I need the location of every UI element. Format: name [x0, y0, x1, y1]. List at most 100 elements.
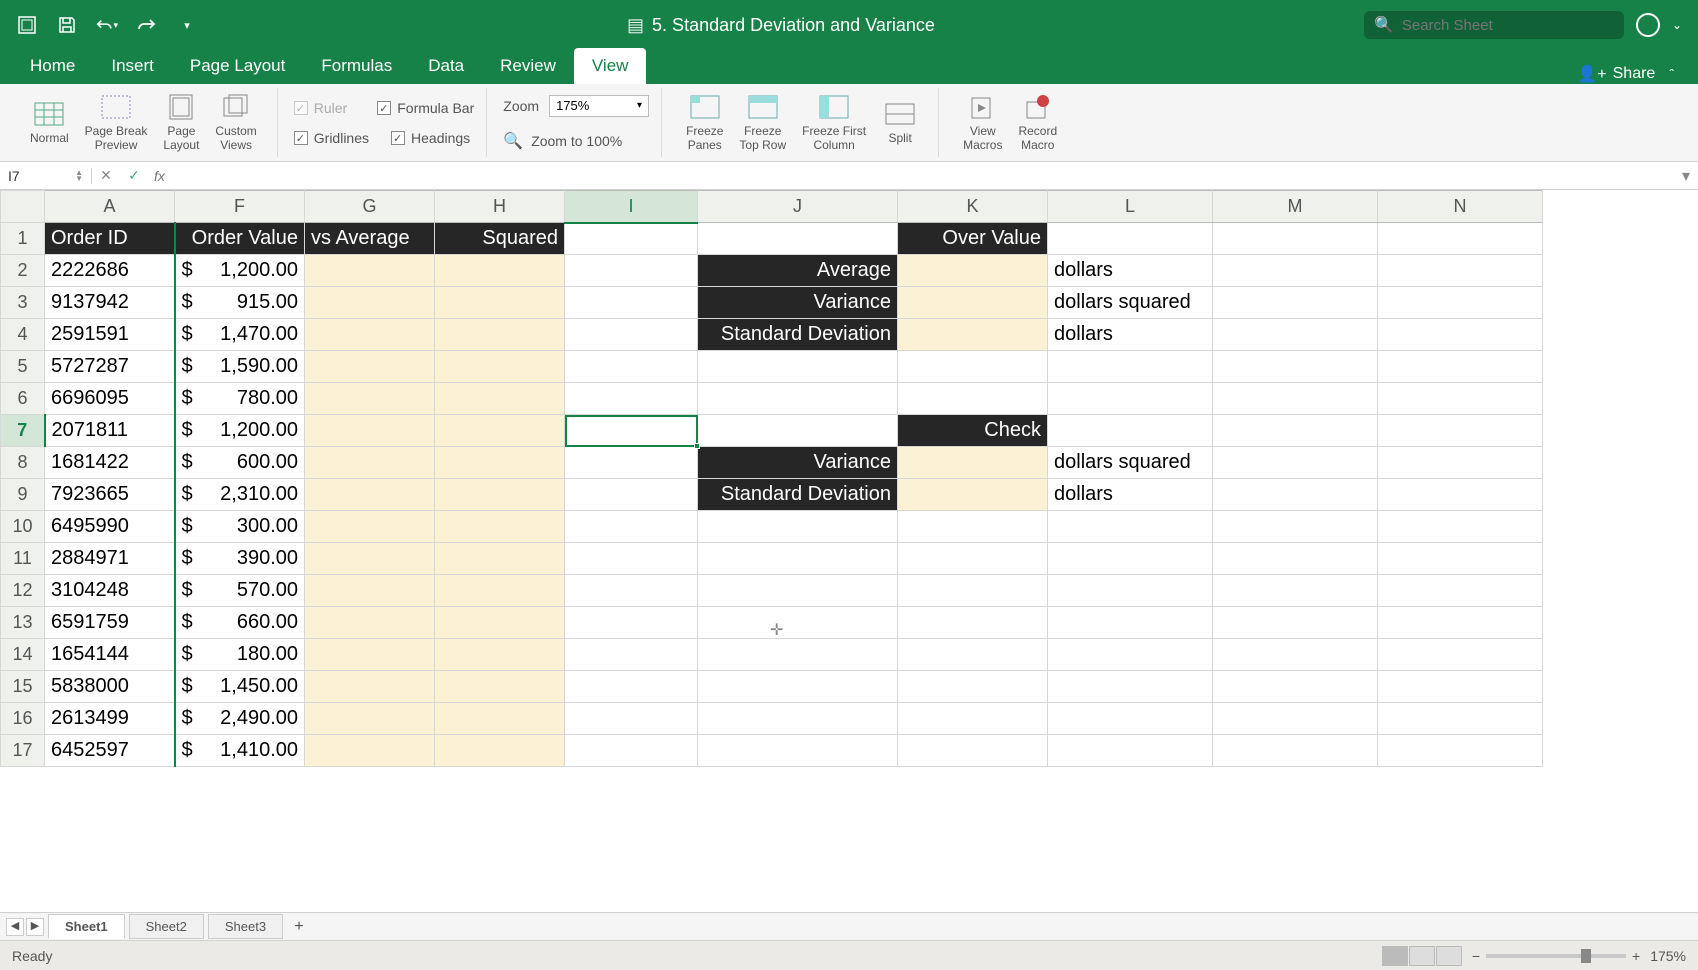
cell-J7[interactable] [698, 415, 898, 447]
cell-A14[interactable]: 1654144 [45, 639, 175, 671]
cell-I8[interactable] [565, 447, 698, 479]
zoom-100-button[interactable]: 🔍 Zoom to 100% [503, 131, 622, 151]
cell-A16[interactable]: 2613499 [45, 703, 175, 735]
col-header-J[interactable]: J [698, 191, 898, 223]
cell-G15[interactable] [305, 671, 435, 703]
cell-I2[interactable] [565, 255, 698, 287]
cell-G11[interactable] [305, 543, 435, 575]
cell-N14[interactable] [1378, 639, 1543, 671]
cell-F6[interactable]: $780.00 [175, 383, 305, 415]
freeze-top-row-button[interactable]: Freeze Top Row [731, 89, 794, 155]
cell-A8[interactable]: 1681422 [45, 447, 175, 479]
cell-J6[interactable] [698, 383, 898, 415]
fill-handle[interactable] [694, 443, 700, 449]
sheet-next-button[interactable]: ▶ [26, 918, 44, 936]
cell-N16[interactable] [1378, 703, 1543, 735]
cell-J15[interactable] [698, 671, 898, 703]
sheet-prev-button[interactable]: ◀ [6, 918, 24, 936]
cell-G5[interactable] [305, 351, 435, 383]
cell-F16[interactable]: $2,490.00 [175, 703, 305, 735]
record-macro-button[interactable]: Record Macro [1010, 89, 1065, 155]
cell-A5[interactable]: 5727287 [45, 351, 175, 383]
cell-F10[interactable]: $300.00 [175, 511, 305, 543]
cell-I7[interactable] [565, 415, 698, 447]
cell-H12[interactable] [435, 575, 565, 607]
row-header-9[interactable]: 9 [1, 479, 45, 511]
cell-A1[interactable]: Order ID [45, 223, 175, 255]
cell-L10[interactable] [1048, 511, 1213, 543]
accept-formula-icon[interactable]: ✓ [120, 167, 148, 184]
cell-M17[interactable] [1213, 735, 1378, 767]
search-input[interactable] [1402, 17, 1614, 34]
cell-G17[interactable] [305, 735, 435, 767]
cell-G13[interactable] [305, 607, 435, 639]
gridlines-checkbox[interactable]: Gridlines [294, 128, 369, 148]
custom-views-button[interactable]: Custom Views [207, 89, 264, 155]
cell-L1[interactable] [1048, 223, 1213, 255]
cell-A12[interactable]: 3104248 [45, 575, 175, 607]
cell-F17[interactable]: $1,410.00 [175, 735, 305, 767]
cell-I1[interactable] [565, 223, 698, 255]
zoom-percent[interactable]: 175% [1650, 948, 1686, 964]
cell-F2[interactable]: $1,200.00 [175, 255, 305, 287]
formula-expand-icon[interactable]: ▾ [1674, 166, 1698, 186]
cell-H4[interactable] [435, 319, 565, 351]
headings-checkbox[interactable]: Headings [391, 128, 470, 148]
spreadsheet-grid[interactable]: AFGHIJKLMN1Order IDOrder Valuevs Average… [0, 190, 1698, 767]
cell-J10[interactable] [698, 511, 898, 543]
cell-I5[interactable] [565, 351, 698, 383]
cell-F5[interactable]: $1,590.00 [175, 351, 305, 383]
cell-N6[interactable] [1378, 383, 1543, 415]
cell-H15[interactable] [435, 671, 565, 703]
cell-M4[interactable] [1213, 319, 1378, 351]
cell-J17[interactable] [698, 735, 898, 767]
cell-G9[interactable] [305, 479, 435, 511]
cell-J13[interactable] [698, 607, 898, 639]
col-header-F[interactable]: F [175, 191, 305, 223]
row-header-1[interactable]: 1 [1, 223, 45, 255]
cell-F12[interactable]: $570.00 [175, 575, 305, 607]
cell-N9[interactable] [1378, 479, 1543, 511]
cell-M6[interactable] [1213, 383, 1378, 415]
zoom-slider[interactable]: − + [1472, 948, 1640, 964]
search-box[interactable]: 🔍 [1364, 11, 1624, 39]
row-header-11[interactable]: 11 [1, 543, 45, 575]
cell-H10[interactable] [435, 511, 565, 543]
cell-G4[interactable] [305, 319, 435, 351]
cell-K6[interactable] [898, 383, 1048, 415]
cell-J11[interactable] [698, 543, 898, 575]
cell-M13[interactable] [1213, 607, 1378, 639]
cell-A4[interactable]: 2591591 [45, 319, 175, 351]
cell-K5[interactable] [898, 351, 1048, 383]
normal-view-button[interactable]: Normal [22, 96, 77, 149]
cell-N3[interactable] [1378, 287, 1543, 319]
cell-A17[interactable]: 6452597 [45, 735, 175, 767]
cell-G12[interactable] [305, 575, 435, 607]
cell-K4[interactable] [898, 319, 1048, 351]
cell-L17[interactable] [1048, 735, 1213, 767]
autosave-icon[interactable] [16, 14, 38, 36]
cell-J14[interactable] [698, 639, 898, 671]
cell-H1[interactable]: Squared [435, 223, 565, 255]
formula-bar-checkbox[interactable]: Formula Bar [377, 98, 474, 118]
cell-G7[interactable] [305, 415, 435, 447]
cell-G14[interactable] [305, 639, 435, 671]
tab-insert[interactable]: Insert [93, 48, 172, 84]
cell-G1[interactable]: vs Average [305, 223, 435, 255]
cell-F4[interactable]: $1,470.00 [175, 319, 305, 351]
cell-A15[interactable]: 5838000 [45, 671, 175, 703]
col-header-L[interactable]: L [1048, 191, 1213, 223]
sheet-tab-3[interactable]: Sheet3 [208, 914, 283, 939]
col-header-K[interactable]: K [898, 191, 1048, 223]
cell-N4[interactable] [1378, 319, 1543, 351]
cell-M3[interactable] [1213, 287, 1378, 319]
cell-N5[interactable] [1378, 351, 1543, 383]
split-button[interactable]: Split [874, 96, 926, 149]
formula-input[interactable] [171, 162, 1674, 189]
cell-H8[interactable] [435, 447, 565, 479]
row-header-17[interactable]: 17 [1, 735, 45, 767]
row-header-13[interactable]: 13 [1, 607, 45, 639]
cell-L6[interactable] [1048, 383, 1213, 415]
redo-icon[interactable] [136, 14, 158, 36]
cell-G6[interactable] [305, 383, 435, 415]
